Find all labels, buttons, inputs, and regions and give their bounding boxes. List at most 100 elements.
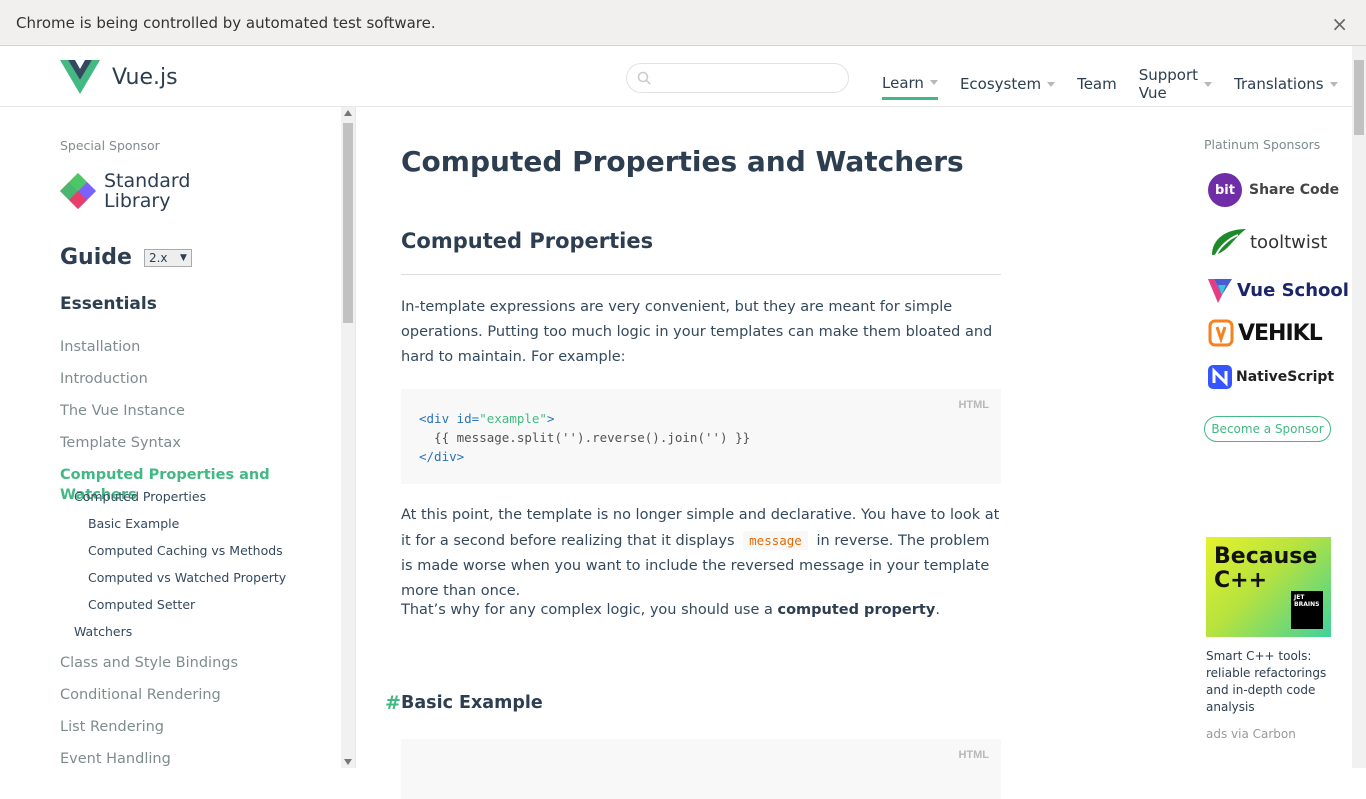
- sub-computed-vs-watched[interactable]: Computed vs Watched Property: [88, 568, 340, 595]
- sidebar-scroll-thumb[interactable]: [343, 123, 353, 323]
- sponsor-vueschool[interactable]: Vue School: [1208, 277, 1349, 303]
- chevron-down-icon: [1047, 81, 1056, 87]
- code-block-1: HTML <div id="example"> {{ message.split…: [401, 389, 1001, 484]
- chevron-down-icon: [1329, 81, 1338, 87]
- sidebar-item-installation[interactable]: Installation: [60, 337, 340, 369]
- search-input[interactable]: [659, 69, 839, 89]
- standard-library-logo-icon: [60, 173, 96, 209]
- nav-team-label: Team: [1077, 75, 1117, 93]
- sidebar: Special Sponsor Standard Library Guide 2…: [0, 107, 356, 768]
- chevron-down-icon: [929, 80, 938, 85]
- sub-computed-setter[interactable]: Computed Setter: [88, 595, 340, 622]
- sponsor-tooltwist-label: tooltwist: [1250, 231, 1328, 253]
- code-lang-label-2: HTML: [958, 749, 989, 761]
- p3-text-b: .: [935, 602, 940, 618]
- computed-property-link: computed property: [777, 602, 936, 618]
- main-nav: Learn Ecosystem Team Support Vue Transla…: [882, 66, 1360, 107]
- intro-paragraph: In-template expressions are very conveni…: [401, 299, 993, 365]
- nav-learn-label: Learn: [882, 73, 924, 92]
- version-select[interactable]: 2.x ▼: [143, 248, 192, 267]
- automation-infobar: Chrome is being controlled by automated …: [0, 0, 1366, 46]
- code-tag-open: <div: [419, 411, 450, 426]
- sidebar-subsection: Computed Properties Basic Example Comput…: [60, 487, 340, 653]
- vue-logo-link[interactable]: Vue.js: [60, 60, 178, 94]
- chevron-down-icon: [1204, 81, 1213, 87]
- sidebar-scrollbar[interactable]: [341, 107, 355, 768]
- special-sponsor-label: Special Sponsor: [60, 138, 160, 153]
- sidebar-item-conditional[interactable]: Conditional Rendering: [60, 685, 340, 717]
- ads-via-carbon[interactable]: ads via Carbon: [1206, 727, 1296, 741]
- nav-support-label: Support Vue: [1138, 66, 1199, 102]
- guide-title: Guide: [60, 245, 132, 270]
- code-line-1: <div id="example">: [419, 409, 983, 428]
- ad-headline-line2: C++: [1214, 568, 1268, 593]
- sponsor-tooltwist[interactable]: tooltwist: [1208, 225, 1327, 259]
- sub-watchers[interactable]: Watchers: [74, 622, 340, 653]
- code-string: "example": [479, 411, 547, 426]
- sidebar-item-class-style[interactable]: Class and Style Bindings: [60, 653, 340, 685]
- jb-line1: JET: [1294, 594, 1305, 601]
- carbon-ad-image[interactable]: Because C++ JET BRAINS: [1206, 537, 1331, 637]
- code-lang-label: HTML: [958, 399, 989, 411]
- section-divider: [401, 274, 1001, 275]
- page-scrollbar[interactable]: [1352, 46, 1366, 768]
- guide-header: Guide 2.x ▼: [60, 245, 192, 270]
- sidebar-item-introduction[interactable]: Introduction: [60, 369, 340, 401]
- nav-team[interactable]: Team: [1077, 75, 1117, 98]
- jb-line2: BRAINS: [1294, 601, 1320, 608]
- infobar-text: Chrome is being controlled by automated …: [16, 13, 436, 32]
- p3-text-a: That’s why for any complex logic, you sh…: [401, 602, 778, 618]
- page-title: Computed Properties and Watchers: [401, 145, 964, 178]
- sponsor-nativescript-label: NativeScript: [1236, 369, 1335, 385]
- search-icon: [637, 71, 651, 85]
- platinum-sponsors-label: Platinum Sponsors: [1204, 137, 1321, 152]
- become-sponsor-button[interactable]: Become a Sponsor: [1204, 416, 1331, 442]
- brand-name: Vue.js: [112, 64, 178, 90]
- sidebar-item-vue-instance[interactable]: The Vue Instance: [60, 401, 340, 433]
- paragraph-3: That’s why for any complex logic, you sh…: [401, 598, 1001, 623]
- standard-library-text: Standard Library: [104, 171, 190, 211]
- sponsor-vehikl[interactable]: VEHIKL: [1208, 319, 1323, 347]
- section-title-computed-properties: Computed Properties: [401, 229, 654, 253]
- sidebar-item-event-handling[interactable]: Event Handling: [60, 749, 340, 768]
- code-tag-close: >: [546, 411, 555, 426]
- sponsor-vehikl-label: VEHIKL: [1238, 320, 1323, 346]
- nav-translations[interactable]: Translations: [1234, 75, 1338, 98]
- sponsor-bit-label: Share Code: [1249, 182, 1340, 198]
- code-block-2: HTML: [401, 739, 1001, 799]
- scroll-up-arrow-icon[interactable]: [344, 110, 352, 116]
- basic-example-heading: Basic Example: [401, 693, 543, 713]
- sub-computed-properties[interactable]: Computed Properties: [74, 487, 340, 514]
- scroll-down-arrow-icon[interactable]: [344, 759, 352, 765]
- nav-ecosystem[interactable]: Ecosystem: [959, 75, 1056, 98]
- sponsor-bit[interactable]: bit Share Code: [1208, 173, 1339, 207]
- nav-ecosystem-label: Ecosystem: [959, 75, 1042, 93]
- vueschool-logo-icon: [1208, 279, 1232, 303]
- anchor-hash-link[interactable]: #: [385, 692, 401, 714]
- carbon-ad-text[interactable]: Smart C++ tools: reliable refactorings a…: [1206, 648, 1336, 716]
- sidebar-item-list-rendering[interactable]: List Rendering: [60, 717, 340, 749]
- sidebar-menu: Installation Introduction The Vue Instan…: [60, 337, 340, 768]
- vue-logo-icon: [60, 60, 100, 94]
- page-scroll-thumb[interactable]: [1354, 60, 1364, 135]
- bit-logo-icon: bit: [1208, 173, 1242, 207]
- nav-support-vue[interactable]: Support Vue: [1138, 66, 1213, 107]
- code-line-2: {{ message.split('').reverse().join('') …: [419, 430, 751, 445]
- search-box[interactable]: [626, 63, 849, 93]
- ad-headline: Because C++: [1214, 545, 1317, 593]
- sponsor-nativescript[interactable]: NativeScript: [1208, 365, 1334, 389]
- dropdown-triangle-icon: ▼: [180, 252, 187, 263]
- sponsor-name-line2: Library: [104, 190, 171, 212]
- sub-caching-vs-methods[interactable]: Computed Caching vs Methods: [88, 541, 340, 568]
- nav-translations-label: Translations: [1234, 75, 1324, 93]
- version-value: 2.x: [148, 250, 168, 265]
- ad-headline-line1: Because: [1214, 544, 1318, 569]
- standard-library-sponsor[interactable]: Standard Library: [60, 171, 190, 211]
- close-icon[interactable]: ×: [1331, 12, 1348, 36]
- sub-basic-example[interactable]: Basic Example: [88, 514, 340, 541]
- sidebar-item-template-syntax[interactable]: Template Syntax: [60, 433, 340, 465]
- code-attr: id=: [449, 411, 480, 426]
- vehikl-logo-icon: [1208, 319, 1234, 347]
- nav-learn[interactable]: Learn: [882, 74, 938, 100]
- sponsor-name-line1: Standard: [104, 170, 191, 192]
